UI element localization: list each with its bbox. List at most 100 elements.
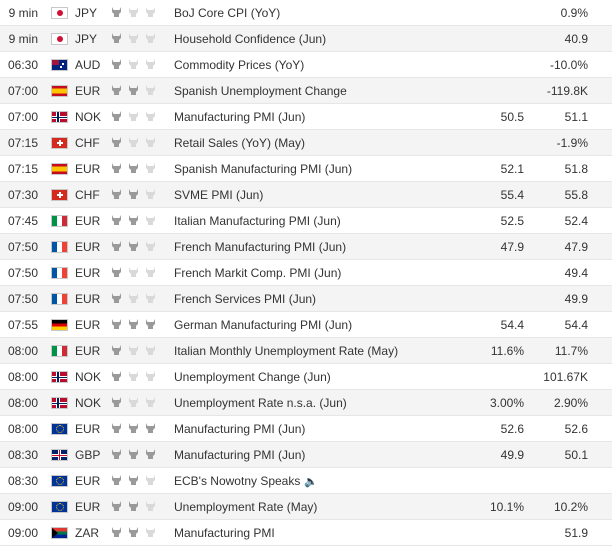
event-name-text[interactable]: SVME PMI (Jun): [174, 188, 263, 202]
calendar-row[interactable]: 07:55 EUR German Manufacturing PMI (Jun) 54…: [0, 312, 612, 338]
france-flag: [51, 267, 68, 279]
calendar-row[interactable]: 07:00 EUR Spanish Unemployment Change -119.…: [0, 78, 612, 104]
calendar-row[interactable]: 07:15 EUR Spanish Manufacturing PMI (Jun) 5…: [0, 156, 612, 182]
calendar-row[interactable]: 07:50 EUR French Services PMI (Jun) 49.9: [0, 286, 612, 312]
calendar-row[interactable]: 07:50 EUR French Manufacturing PMI (Jun) 47…: [0, 234, 612, 260]
previous-value: 101.67K: [543, 370, 588, 384]
event-name[interactable]: ECB's Nowotny Speaks 🔈: [174, 468, 318, 495]
calendar-row[interactable]: 08:00 EUR Manufacturing PMI (Jun) 52.6 52.6: [0, 416, 612, 442]
event-name-text[interactable]: French Services PMI (Jun): [174, 292, 316, 306]
bull-icon: [146, 319, 155, 329]
event-name-text[interactable]: Unemployment Change (Jun): [174, 370, 331, 384]
bull-icon: [146, 267, 155, 277]
importance-rating: [110, 130, 160, 156]
forecast-value: 3.00%: [489, 396, 524, 410]
event-name-text[interactable]: Italian Manufacturing PMI (Jun): [174, 214, 341, 228]
bull-icon: [112, 7, 121, 17]
calendar-row[interactable]: 08:30 GBP Manufacturing PMI (Jun) 49.9 50.1: [0, 442, 612, 468]
event-name[interactable]: BoJ Core CPI (YoY): [174, 0, 280, 26]
bull-icon: [146, 7, 155, 17]
event-name-text[interactable]: Manufacturing PMI: [174, 526, 275, 540]
calendar-row[interactable]: 07:50 EUR French Markit Comp. PMI (Jun) 49.…: [0, 260, 612, 286]
event-name[interactable]: Household Confidence (Jun): [174, 26, 326, 52]
event-name[interactable]: French Services PMI (Jun): [174, 286, 316, 312]
event-name[interactable]: Manufacturing PMI (Jun): [174, 104, 305, 130]
event-name[interactable]: Spanish Unemployment Change: [174, 78, 347, 104]
event-name-text[interactable]: Spanish Unemployment Change: [174, 84, 347, 98]
event-name-text[interactable]: Manufacturing PMI (Jun): [174, 110, 305, 124]
calendar-row[interactable]: 09:00 ZAR Manufacturing PMI 51.9: [0, 520, 612, 546]
event-name-text[interactable]: Italian Monthly Unemployment Rate (May): [174, 344, 398, 358]
event-name[interactable]: Spanish Manufacturing PMI (Jun): [174, 156, 352, 182]
previous-value: 51.9: [564, 526, 588, 540]
calendar-row[interactable]: 07:45 EUR Italian Manufacturing PMI (Jun) 5…: [0, 208, 612, 234]
bull-icon: [146, 475, 155, 485]
event-name-text[interactable]: Unemployment Rate n.s.a. (Jun): [174, 396, 347, 410]
bull-icon: [129, 423, 138, 433]
importance-rating: [110, 208, 160, 234]
importance-rating: [110, 364, 160, 390]
event-name[interactable]: Unemployment Rate (May): [174, 494, 317, 520]
event-name[interactable]: Manufacturing PMI (Jun): [174, 416, 305, 442]
bull-icon: [146, 33, 155, 43]
bull-icon: [129, 397, 138, 407]
importance-rating: [110, 260, 160, 286]
currency-code: CHF: [75, 188, 100, 202]
event-name[interactable]: Unemployment Rate n.s.a. (Jun): [174, 390, 347, 416]
calendar-row[interactable]: 09:00 EUR Unemployment Rate (May) 10.1% 10.2…: [0, 494, 612, 520]
event-name[interactable]: Retail Sales (YoY) (May): [174, 130, 305, 156]
event-name-text[interactable]: French Manufacturing PMI (Jun): [174, 240, 346, 254]
previous-value: 52.4: [564, 214, 588, 228]
previous-value: -10.0%: [549, 58, 588, 72]
event-name-text[interactable]: Manufacturing PMI (Jun): [174, 448, 305, 462]
bull-icon: [112, 475, 121, 485]
importance-rating: [110, 468, 160, 494]
calendar-row[interactable]: 08:00 EUR Italian Monthly Unemployment Rat…: [0, 338, 612, 364]
event-name[interactable]: Unemployment Change (Jun): [174, 364, 331, 390]
event-name[interactable]: French Manufacturing PMI (Jun): [174, 234, 346, 260]
bull-icon: [129, 59, 138, 69]
calendar-row[interactable]: 07:30 CHF SVME PMI (Jun) 55.4 55.8: [0, 182, 612, 208]
event-name[interactable]: SVME PMI (Jun): [174, 182, 263, 208]
event-name-text[interactable]: Manufacturing PMI (Jun): [174, 422, 305, 436]
event-name[interactable]: Manufacturing PMI: [174, 520, 275, 546]
switzerland-flag: [51, 137, 68, 149]
event-name-text[interactable]: Unemployment Rate (May): [174, 500, 317, 514]
bull-icon: [112, 33, 121, 43]
bull-icon: [146, 449, 155, 459]
event-name[interactable]: Manufacturing PMI (Jun): [174, 442, 305, 468]
bull-icon: [146, 371, 155, 381]
calendar-row[interactable]: 06:30 AUD Commodity Prices (YoY) -10.0%: [0, 52, 612, 78]
bull-icon: [129, 111, 138, 121]
bull-icon: [129, 267, 138, 277]
calendar-row[interactable]: 08:00 NOK Unemployment Change (Jun) 101.67K: [0, 364, 612, 390]
calendar-row[interactable]: 07:00 NOK Manufacturing PMI (Jun) 50.5 51.1: [0, 104, 612, 130]
event-name[interactable]: Commodity Prices (YoY): [174, 52, 304, 78]
event-name[interactable]: German Manufacturing PMI (Jun): [174, 312, 352, 338]
event-name-text[interactable]: BoJ Core CPI (YoY): [174, 6, 280, 20]
calendar-row[interactable]: 08:00 NOK Unemployment Rate n.s.a. (Jun) 3.…: [0, 390, 612, 416]
event-name-text[interactable]: ECB's Nowotny Speaks: [174, 474, 300, 488]
event-name-text[interactable]: German Manufacturing PMI (Jun): [174, 318, 352, 332]
currency-code: JPY: [75, 6, 98, 20]
calendar-row[interactable]: 9 min JPY BoJ Core CPI (YoY) 0.9%: [0, 0, 612, 26]
event-name[interactable]: Italian Monthly Unemployment Rate (May): [174, 338, 398, 364]
event-time: 9 min: [8, 32, 38, 46]
event-name[interactable]: French Markit Comp. PMI (Jun): [174, 260, 341, 286]
event-name[interactable]: Italian Manufacturing PMI (Jun): [174, 208, 341, 234]
bull-icon: [146, 423, 155, 433]
calendar-row[interactable]: 9 min JPY Household Confidence (Jun) 40.9: [0, 26, 612, 52]
bull-icon: [129, 7, 138, 17]
event-name-text[interactable]: Retail Sales (YoY) (May): [174, 136, 305, 150]
event-name-text[interactable]: French Markit Comp. PMI (Jun): [174, 266, 341, 280]
bull-icon: [146, 59, 155, 69]
calendar-row[interactable]: 08:30 EUR ECB's Nowotny Speaks 🔈: [0, 468, 612, 494]
bull-icon: [146, 163, 155, 173]
calendar-row[interactable]: 07:15 CHF Retail Sales (YoY) (May) -1.9%: [0, 130, 612, 156]
event-time: 07:50: [7, 292, 38, 306]
eu-flag: [51, 423, 68, 435]
event-name-text[interactable]: Spanish Manufacturing PMI (Jun): [174, 162, 352, 176]
event-name-text[interactable]: Commodity Prices (YoY): [174, 58, 304, 72]
bull-icon: [112, 423, 121, 433]
event-name-text[interactable]: Household Confidence (Jun): [174, 32, 326, 46]
